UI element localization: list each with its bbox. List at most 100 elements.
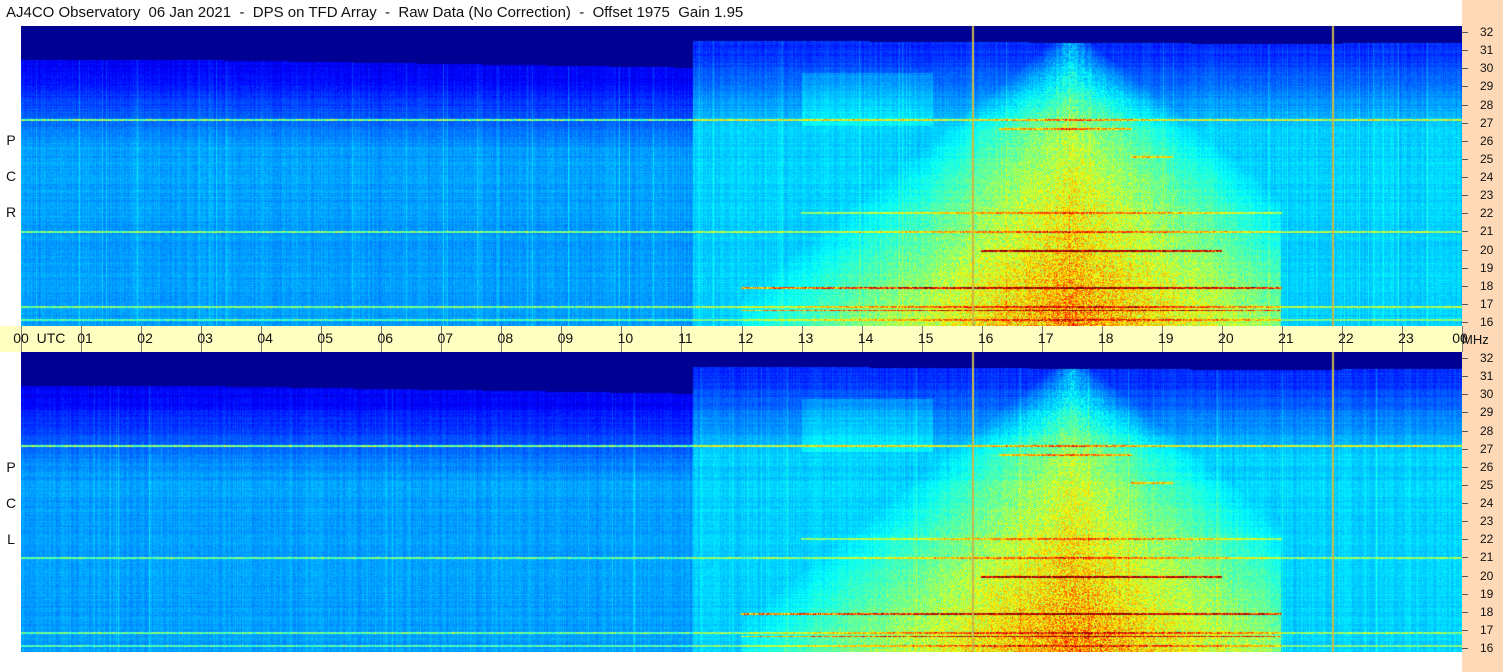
- utc-label: UTC: [36, 330, 66, 346]
- frequency-tick-label: 28: [1480, 423, 1494, 438]
- frequency-tick-label: 25: [1480, 151, 1494, 166]
- frequency-tick-label: 24: [1480, 496, 1494, 510]
- frequency-tick-label: 23: [1480, 188, 1494, 203]
- frequency-tick-label: 32: [1480, 25, 1494, 39]
- frequency-tick-mark: [1462, 140, 1468, 142]
- frequency-tick-label: 16: [1480, 641, 1494, 655]
- frequency-tick-mark: [1462, 521, 1468, 523]
- time-tick-label: 23: [1398, 330, 1414, 346]
- frequency-tick-mark: [1462, 303, 1468, 305]
- frequency-tick-mark: [1462, 32, 1468, 33]
- time-tick-label: 12: [737, 330, 754, 346]
- frequency-tick-mark: [1462, 285, 1468, 287]
- time-tick-label: 01: [77, 330, 93, 346]
- time-tick-label: 08: [497, 330, 514, 346]
- polarization-letter: P: [6, 459, 16, 475]
- frequency-tick-mark: [1462, 231, 1468, 233]
- time-tick-label: 21: [1278, 330, 1294, 346]
- frequency-tick-mark: [1462, 593, 1468, 595]
- time-tick-label: 18: [1097, 330, 1114, 346]
- frequency-tick-mark: [1462, 267, 1468, 269]
- frequency-tick-label: 30: [1480, 61, 1494, 76]
- time-tick-label: 09: [557, 330, 574, 346]
- polarization-letter: C: [5, 495, 17, 511]
- frequency-tick-mark: [1462, 503, 1468, 504]
- utc-time-axis: 00 01 02 03 04 05 06 07 08 09 10 11 12 13 14 15 16 17 18 19…: [0, 326, 1468, 352]
- frequency-tick-mark: [1462, 86, 1468, 88]
- time-tick-label: 02: [137, 330, 153, 346]
- time-tick-label: 17: [1037, 330, 1054, 346]
- page-title: AJ4CO Observatory 06 Jan 2021 - DPS on T…: [6, 4, 744, 21]
- time-tick-label: 10: [617, 330, 634, 346]
- frequency-tick-label: 27: [1480, 115, 1494, 130]
- time-tick-label: 20: [1218, 330, 1234, 346]
- frequency-tick-label: 18: [1480, 278, 1494, 293]
- time-tick-label: 16: [977, 330, 994, 346]
- lcp-frequency-axis: 16 17 18 19 20 21 22 23 24 25 26 27 28 29 30 31 32: [1462, 351, 1503, 655]
- frequency-tick-label: 29: [1480, 405, 1494, 420]
- frequency-tick-label: 29: [1480, 79, 1494, 94]
- time-tick-label: 22: [1338, 330, 1354, 346]
- frequency-tick-mark: [1462, 158, 1468, 160]
- frequency-tick-mark: [1462, 322, 1468, 323]
- time-tick-label: 07: [437, 330, 454, 346]
- frequency-tick-mark: [1462, 648, 1468, 649]
- frequency-tick-mark: [1462, 195, 1468, 197]
- frequency-tick-label: 19: [1480, 586, 1494, 601]
- frequency-tick-label: 16: [1480, 315, 1494, 329]
- rcp-waterfall-spectrogram: [21, 26, 1462, 326]
- frequency-tick-label: 22: [1480, 206, 1494, 221]
- time-tick-label: 06: [377, 330, 394, 346]
- frequency-tick-label: 17: [1480, 296, 1494, 311]
- frequency-tick-label: 28: [1480, 97, 1494, 112]
- frequency-tick-mark: [1462, 611, 1468, 613]
- frequency-tick-label: 25: [1480, 477, 1494, 492]
- frequency-tick-mark: [1462, 122, 1468, 124]
- frequency-tick-label: 23: [1480, 514, 1494, 529]
- frequency-tick-label: 22: [1480, 532, 1494, 547]
- time-tick-label: 04: [257, 330, 273, 346]
- time-tick-label: 11: [678, 330, 693, 346]
- frequency-tick-mark: [1462, 68, 1468, 70]
- frequency-tick-mark: [1462, 358, 1468, 359]
- frequency-tick-label: 26: [1480, 133, 1494, 148]
- frequency-tick-mark: [1462, 430, 1468, 432]
- frequency-tick-label: 27: [1480, 441, 1494, 456]
- polarization-letter: L: [7, 531, 15, 547]
- time-tick-label: 19: [1157, 330, 1174, 346]
- time-tick-label: 03: [197, 330, 213, 346]
- polarization-letter: P: [6, 132, 16, 148]
- time-tick-label: 14: [857, 330, 874, 346]
- frequency-tick-mark: [1462, 412, 1468, 414]
- frequency-tick-label: 21: [1480, 224, 1494, 239]
- time-tick-label: 00: [13, 330, 29, 346]
- frequency-tick-label: 20: [1480, 242, 1494, 257]
- frequency-tick-mark: [1462, 104, 1468, 106]
- time-tick-label: 15: [917, 330, 934, 346]
- frequency-tick-label: 30: [1480, 387, 1494, 402]
- frequency-tick-mark: [1462, 466, 1468, 468]
- frequency-tick-label: 26: [1480, 459, 1494, 474]
- rcp-frequency-axis: 16 17 18 19 20 21 22 23 24 25 26 27 28 29 30 31 32: [1462, 25, 1503, 329]
- frequency-tick-mark: [1462, 249, 1468, 251]
- frequency-tick-mark: [1462, 629, 1468, 631]
- frequency-tick-mark: [1462, 484, 1468, 486]
- frequency-tick-mark: [1462, 575, 1468, 577]
- frequency-tick-mark: [1462, 557, 1468, 559]
- title-bar: AJ4CO Observatory 06 Jan 2021 - DPS on T…: [0, 0, 1462, 26]
- frequency-tick-label: 32: [1480, 351, 1494, 365]
- frequency-tick-mark: [1462, 394, 1468, 396]
- frequency-tick-label: 19: [1480, 260, 1494, 275]
- frequency-tick-mark: [1462, 50, 1468, 52]
- polarization-letter: R: [5, 204, 17, 220]
- bottom-padding: [21, 652, 1462, 672]
- polarization-letter: C: [5, 168, 17, 184]
- frequency-tick-mark: [1462, 448, 1468, 450]
- frequency-tick-label: 31: [1480, 369, 1494, 384]
- frequency-tick-mark: [1462, 177, 1468, 178]
- frequency-tick-mark: [1462, 539, 1468, 541]
- frequency-tick-mark: [1462, 376, 1468, 378]
- frequency-tick-label: 18: [1480, 604, 1494, 619]
- time-tick-label: 05: [317, 330, 333, 346]
- lcp-waterfall-spectrogram: [21, 352, 1462, 652]
